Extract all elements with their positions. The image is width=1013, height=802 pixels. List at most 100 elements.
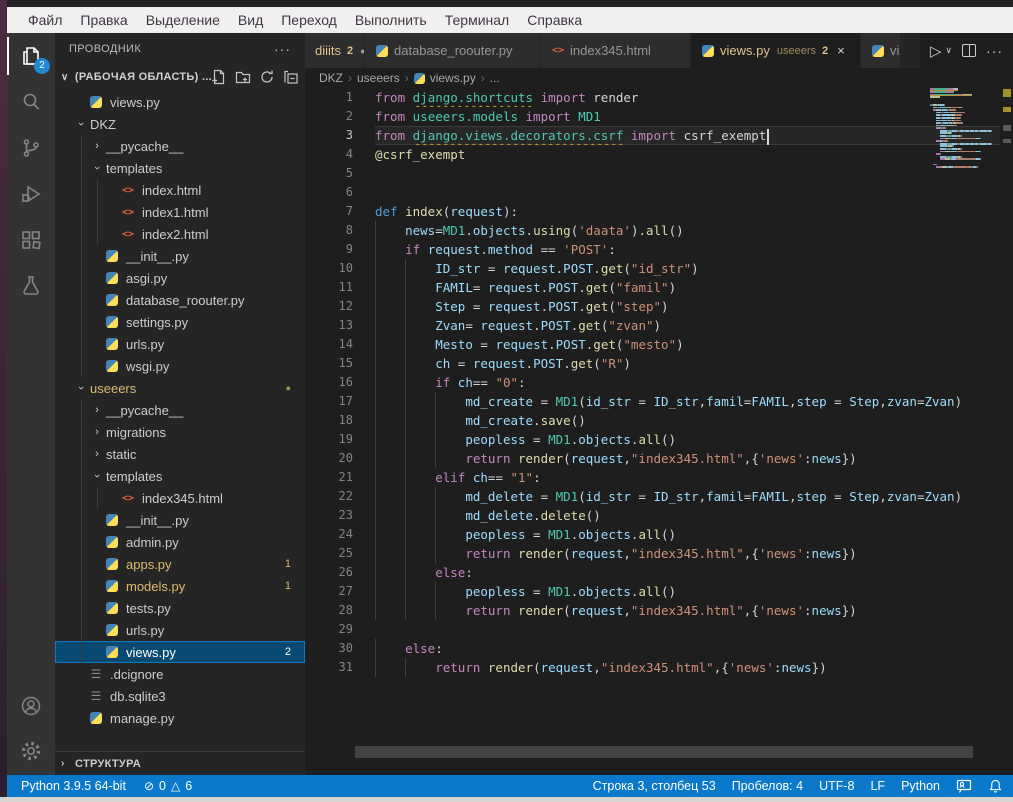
tree-item-database_roouter.py[interactable]: database_roouter.py bbox=[55, 289, 305, 311]
refresh-icon[interactable] bbox=[259, 69, 275, 85]
tab-index345.html[interactable]: <>index345.html bbox=[541, 33, 691, 68]
tree-item-static[interactable]: ›static bbox=[55, 443, 305, 465]
code-line-29[interactable]: 29 bbox=[305, 620, 1000, 639]
code-editor[interactable]: 1from django.shortcuts import render2fro… bbox=[305, 88, 1000, 775]
code-line-31[interactable]: 31 return render(request,"index345.html"… bbox=[305, 658, 1000, 677]
tree-item-.dcignore[interactable]: ☰.dcignore bbox=[55, 663, 305, 685]
code-line-23[interactable]: 23 md_delete.delete() bbox=[305, 506, 1000, 525]
tree-item-index.html[interactable]: <>index.html bbox=[55, 179, 305, 201]
tree-item-__pycache__[interactable]: ›__pycache__ bbox=[55, 399, 305, 421]
tree-item-apps.py[interactable]: apps.py1 bbox=[55, 553, 305, 575]
account-icon[interactable] bbox=[7, 685, 55, 727]
new-file-icon[interactable] bbox=[211, 69, 227, 85]
tab-views.py[interactable]: views.pyuseeers2× bbox=[691, 33, 861, 68]
status-utf-8[interactable]: UTF-8 bbox=[819, 779, 854, 793]
menu-item-выполнить[interactable]: Выполнить bbox=[346, 12, 436, 28]
breadcrumb-item-...[interactable]: ... bbox=[490, 71, 500, 85]
explorer-more-actions[interactable]: ··· bbox=[274, 41, 291, 57]
tree-item-views.py[interactable]: views.py bbox=[55, 91, 305, 113]
horizontal-scrollbar[interactable] bbox=[355, 746, 973, 758]
code-line-10[interactable]: 10 ID_str = request.POST.get("id_str") bbox=[305, 259, 1000, 278]
tree-item-wsgi.py[interactable]: wsgi.py bbox=[55, 355, 305, 377]
tree-item-settings.py[interactable]: settings.py bbox=[55, 311, 305, 333]
tree-item-admin.py[interactable]: admin.py bbox=[55, 531, 305, 553]
status-python[interactable]: Python bbox=[901, 779, 940, 793]
code-line-6[interactable]: 6 bbox=[305, 183, 1000, 202]
tree-item-manage.py[interactable]: manage.py bbox=[55, 707, 305, 729]
tree-item-__init__.py[interactable]: __init__.py bbox=[55, 509, 305, 531]
split-editor-icon[interactable] bbox=[962, 44, 976, 57]
tree-item-index1.html[interactable]: <>index1.html bbox=[55, 201, 305, 223]
collapse-all-icon[interactable] bbox=[283, 69, 299, 85]
code-line-2[interactable]: 2from useeers.models import MD1 bbox=[305, 107, 1000, 126]
menu-item-справка[interactable]: Справка bbox=[518, 12, 591, 28]
tree-item-templates[interactable]: ›templates bbox=[55, 157, 305, 179]
code-line-1[interactable]: 1from django.shortcuts import render bbox=[305, 88, 1000, 107]
testing-icon[interactable] bbox=[7, 263, 55, 309]
menu-item-выделение[interactable]: Выделение bbox=[137, 12, 229, 28]
status-lf[interactable]: LF bbox=[870, 779, 885, 793]
menu-item-терминал[interactable]: Терминал bbox=[436, 12, 518, 28]
tree-item-useeers[interactable]: ›useeers● bbox=[55, 377, 305, 399]
tree-item-__pycache__[interactable]: ›__pycache__ bbox=[55, 135, 305, 157]
code-line-18[interactable]: 18 md_create.save() bbox=[305, 411, 1000, 430]
outline-section-header[interactable]: › СТРУКТУРА bbox=[55, 751, 305, 775]
menu-item-переход[interactable]: Переход bbox=[272, 12, 346, 28]
search-icon[interactable] bbox=[7, 79, 55, 125]
tree-item-index2.html[interactable]: <>index2.html bbox=[55, 223, 305, 245]
tree-item-migrations[interactable]: ›migrations bbox=[55, 421, 305, 443]
code-line-28[interactable]: 28 return render(request,"index345.html"… bbox=[305, 601, 1000, 620]
code-line-8[interactable]: 8 news=MD1.objects.using('daata').all() bbox=[305, 221, 1000, 240]
workspace-section-header[interactable]: ∨ (РАБОЧАЯ ОБЛАСТЬ) ... bbox=[55, 65, 305, 89]
code-line-25[interactable]: 25 return render(request,"index345.html"… bbox=[305, 544, 1000, 563]
code-line-12[interactable]: 12 Step = request.POST.get("step") bbox=[305, 297, 1000, 316]
tree-item-asgi.py[interactable]: asgi.py bbox=[55, 267, 305, 289]
code-line-13[interactable]: 13 Zvan= request.POST.get("zvan") bbox=[305, 316, 1000, 335]
breadcrumb-item-DKZ[interactable]: DKZ bbox=[319, 71, 343, 85]
code-line-7[interactable]: 7def index(request): bbox=[305, 202, 1000, 221]
code-line-5[interactable]: 5 bbox=[305, 164, 1000, 183]
notifications-bell-icon[interactable] bbox=[988, 778, 1003, 794]
tree-item-db.sqlite3[interactable]: ☰db.sqlite3 bbox=[55, 685, 305, 707]
menu-item-правка[interactable]: Правка bbox=[71, 12, 136, 28]
tree-item-urls.py[interactable]: urls.py bbox=[55, 333, 305, 355]
code-line-17[interactable]: 17 md_create = MD1(id_str = ID_str,famil… bbox=[305, 392, 1000, 411]
code-line-20[interactable]: 20 return render(request,"index345.html"… bbox=[305, 449, 1000, 468]
settings-gear-icon[interactable] bbox=[7, 727, 55, 775]
status-problems[interactable]: ⊘0△6 bbox=[144, 779, 192, 793]
code-line-27[interactable]: 27 peopless = MD1.objects.all() bbox=[305, 582, 1000, 601]
code-line-16[interactable]: 16 if ch== "0": bbox=[305, 373, 1000, 392]
tree-item-urls.py[interactable]: urls.py bbox=[55, 619, 305, 641]
code-line-9[interactable]: 9 if request.method == 'POST': bbox=[305, 240, 1000, 259]
menu-item-файл[interactable]: Файл bbox=[19, 12, 71, 28]
status-пробелов-4[interactable]: Пробелов: 4 bbox=[732, 779, 803, 793]
code-line-22[interactable]: 22 md_delete = MD1(id_str = ID_str,famil… bbox=[305, 487, 1000, 506]
run-debug-icon[interactable] bbox=[7, 171, 55, 217]
new-folder-icon[interactable] bbox=[235, 69, 251, 85]
feedback-icon[interactable] bbox=[956, 778, 972, 794]
status-python-version[interactable]: Python 3.9.5 64-bit bbox=[21, 779, 126, 793]
tab-close-icon[interactable]: × bbox=[837, 43, 845, 58]
run-dropdown-icon[interactable]: ∨ bbox=[945, 45, 952, 56]
code-line-30[interactable]: 30 else: bbox=[305, 639, 1000, 658]
tab-vie[interactable]: vie bbox=[861, 33, 901, 68]
breadcrumb-item-views.py[interactable]: views.py bbox=[430, 71, 476, 85]
breadcrumb-item-useeers[interactable]: useeers bbox=[357, 71, 400, 85]
extensions-icon[interactable] bbox=[7, 217, 55, 263]
source-control-icon[interactable] bbox=[7, 125, 55, 171]
tab-diiits[interactable]: diiits2● bbox=[305, 33, 365, 68]
tree-item-__init__.py[interactable]: __init__.py bbox=[55, 245, 305, 267]
code-line-11[interactable]: 11 FAMIL= request.POST.get("famil") bbox=[305, 278, 1000, 297]
code-line-4[interactable]: 4@csrf_exempt bbox=[305, 145, 1000, 164]
code-line-15[interactable]: 15 ch = request.POST.get("R") bbox=[305, 354, 1000, 373]
tree-item-index345.html[interactable]: <>index345.html bbox=[55, 487, 305, 509]
menu-item-вид[interactable]: Вид bbox=[229, 12, 272, 28]
code-line-3[interactable]: 3from django.views.decorators.csrf impor… bbox=[305, 126, 1000, 145]
explorer-icon[interactable]: 2 bbox=[7, 33, 55, 79]
code-line-21[interactable]: 21 elif ch== "1": bbox=[305, 468, 1000, 487]
tab-database_roouter.py[interactable]: database_roouter.py bbox=[365, 33, 541, 68]
status-строка-3-столбец-53[interactable]: Строка 3, столбец 53 bbox=[593, 779, 716, 793]
tree-item-tests.py[interactable]: tests.py bbox=[55, 597, 305, 619]
code-line-14[interactable]: 14 Mesto = request.POST.get("mesto") bbox=[305, 335, 1000, 354]
minimap[interactable] bbox=[930, 88, 1000, 388]
